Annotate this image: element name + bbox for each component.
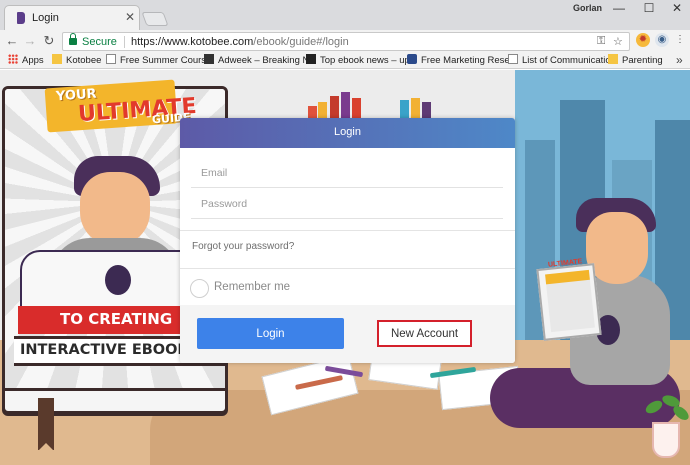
bookmark-label: Apps: [22, 55, 44, 66]
bookmark-adweek[interactable]: Adweek – Breaking N: [204, 54, 309, 68]
section-divider: [180, 230, 515, 231]
cover-ribbon-text: INTERACTIVE EBOOKS!: [20, 342, 206, 358]
kotobee-book-icon: [17, 12, 25, 24]
tab-close-icon[interactable]: ✕: [125, 10, 135, 24]
browser-tab[interactable]: Login ✕: [4, 5, 140, 30]
bookmark-label: Adweek – Breaking N: [218, 55, 310, 66]
bookmarks-bar: Apps Kotobee Free Summer Course Adweek –…: [0, 53, 690, 69]
omnibox-separator: [124, 36, 125, 48]
bookmark-free-marketing[interactable]: Free Marketing Resea: [407, 54, 515, 68]
reload-icon[interactable]: ↻: [41, 33, 57, 49]
remember-me-radio[interactable]: [190, 279, 209, 298]
url-text[interactable]: https://www.kotobee.com/ebook/guide#/log…: [131, 36, 349, 48]
email-input[interactable]: [191, 158, 503, 187]
browser-toolbar: ← → ↻ Secure https://www.kotobee.com/ebo…: [0, 30, 690, 53]
bookmarks-overflow-icon[interactable]: »: [676, 53, 683, 67]
tab-title: Login: [32, 12, 59, 24]
new-tab-button[interactable]: [141, 12, 169, 26]
folder-icon: [608, 54, 618, 64]
menu-kebab-icon[interactable]: ⋮: [673, 33, 687, 47]
minimize-button[interactable]: —: [604, 1, 634, 17]
profile-name-badge[interactable]: Gorlan: [573, 3, 602, 13]
close-window-button[interactable]: ✕: [662, 1, 690, 17]
email-field[interactable]: [191, 158, 503, 188]
bookmark-top-ebook-news[interactable]: Top ebook news – up: [306, 54, 410, 68]
shelf-book: [318, 102, 327, 118]
bookmark-label: Free Marketing Resea: [421, 55, 515, 66]
page-icon: [508, 54, 518, 64]
tab-strip: Login ✕ Gorlan — ☐ ✕: [0, 0, 690, 30]
login-modal-title: Login: [180, 118, 515, 148]
shelf-book: [330, 96, 339, 118]
marketing-icon: [407, 54, 417, 64]
section-divider: [180, 268, 515, 269]
cover-character-emblem: [105, 265, 131, 295]
shelf-book: [352, 98, 361, 118]
key-icon[interactable]: ⚿: [597, 35, 605, 48]
plant-pot: [652, 422, 680, 458]
login-button[interactable]: Login: [197, 318, 344, 349]
login-modal: Login Forgot your password? Remember me …: [180, 118, 515, 363]
extension-globe-icon[interactable]: ◉: [655, 33, 669, 47]
shelf-book: [422, 102, 431, 118]
bookmark-kotobee[interactable]: Kotobee: [52, 54, 101, 68]
bookmark-label: Kotobee: [66, 55, 102, 66]
maximize-button[interactable]: ☐: [634, 1, 664, 17]
bookmark-label: Free Summer Course: [120, 55, 212, 66]
page-icon: [106, 54, 116, 64]
address-bar[interactable]: Secure https://www.kotobee.com/ebook/gui…: [62, 32, 630, 51]
password-input[interactable]: [191, 189, 503, 218]
url-path: /ebook/guide#/login: [253, 36, 349, 48]
extension-sun-icon[interactable]: ✹: [636, 33, 650, 47]
shelf-book: [400, 100, 409, 118]
folder-icon: [52, 54, 62, 64]
bookmark-label: Top ebook news – up: [320, 55, 410, 66]
ebook-news-icon: [306, 54, 316, 64]
password-field[interactable]: [191, 189, 503, 219]
bookmark-list-of-communication[interactable]: List of Communicatio: [508, 54, 611, 68]
reader-head: [586, 212, 648, 284]
bookmark-label: List of Communicatio: [522, 55, 611, 66]
forgot-password-link[interactable]: Forgot your password?: [192, 241, 294, 252]
remember-me-label[interactable]: Remember me: [214, 281, 290, 293]
new-account-button[interactable]: New Account: [377, 320, 472, 347]
shelf-book: [341, 92, 350, 118]
cover-ribbon-text: TO CREATING: [60, 310, 173, 328]
cover-character-head: [80, 172, 150, 246]
url-host: https://www.kotobee.com: [131, 36, 254, 48]
bookmark-free-summer-course[interactable]: Free Summer Course: [106, 54, 211, 68]
adweek-icon: [204, 54, 214, 64]
lock-icon: [69, 33, 77, 46]
cover-bookmark-ribbon: [38, 398, 54, 451]
bookmark-label: Parenting: [622, 55, 663, 66]
forward-arrow-icon[interactable]: →: [22, 33, 38, 49]
star-icon[interactable]: ☆: [613, 35, 623, 48]
back-arrow-icon[interactable]: ←: [4, 33, 20, 49]
shelf-book: [411, 98, 420, 118]
apps-grid-icon: [8, 54, 18, 64]
secure-label: Secure: [82, 36, 117, 48]
bookmark-apps[interactable]: Apps: [8, 54, 44, 68]
bookmark-parenting[interactable]: Parenting: [608, 54, 663, 68]
shelf-book: [308, 106, 317, 118]
cover-page-edge: [2, 388, 228, 414]
reader-book-cover: [545, 269, 595, 333]
